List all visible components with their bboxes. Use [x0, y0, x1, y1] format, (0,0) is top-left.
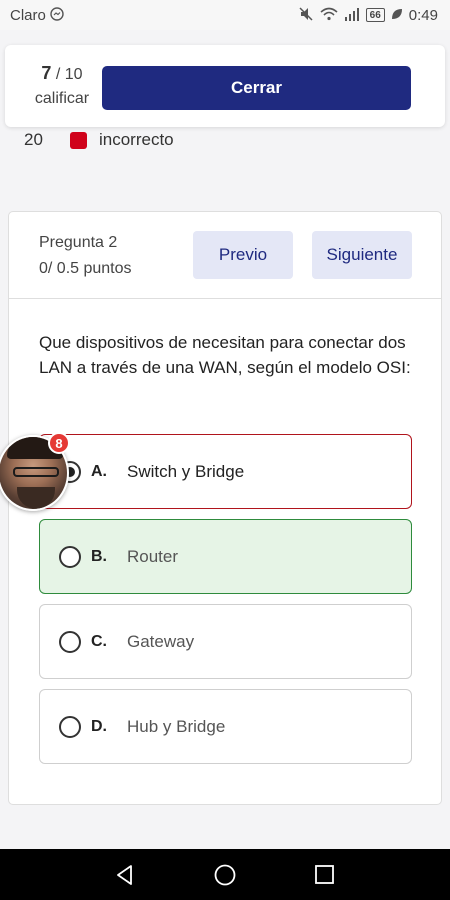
status-bar: Claro 66 0:49	[0, 0, 450, 30]
status-left: Claro	[10, 7, 64, 24]
progress-current: 7	[41, 63, 52, 83]
clock: 0:49	[408, 6, 438, 24]
avatar-glasses	[13, 467, 59, 477]
option-letter: A.	[91, 462, 107, 480]
option-letter: B.	[91, 547, 107, 565]
option-text: Gateway	[127, 631, 195, 651]
close-button[interactable]: Cerrar	[102, 66, 411, 110]
back-icon[interactable]	[114, 864, 136, 886]
progress-indicator: 7 / 10 calificar	[23, 63, 101, 108]
wifi-icon	[320, 7, 338, 24]
radio-button[interactable]	[59, 630, 81, 653]
mute-icon	[298, 6, 314, 25]
leaf-icon	[391, 8, 403, 23]
messenger-icon	[50, 6, 64, 24]
option-c[interactable]: C. Gateway	[39, 604, 412, 679]
question-number: Pregunta 2	[39, 234, 118, 251]
status-right: 66 0:49	[298, 6, 438, 25]
option-b[interactable]: B. Router	[39, 519, 412, 594]
option-text: Switch y Bridge	[127, 461, 245, 481]
home-icon[interactable]	[213, 863, 237, 887]
previous-button[interactable]: Previo	[193, 231, 293, 279]
option-a[interactable]: A. Switch y Bridge	[39, 434, 412, 509]
incorrect-swatch	[70, 131, 87, 149]
option-text: Router	[127, 546, 179, 566]
recents-icon[interactable]	[314, 864, 335, 885]
legend-count: 20	[24, 130, 43, 149]
grade-label: calificar	[34, 90, 90, 107]
battery-icon: 66	[365, 8, 385, 22]
option-d[interactable]: D. Hub y Bridge	[39, 689, 412, 764]
option-letter: D.	[91, 717, 107, 735]
legend-incorrect: 20 incorrecto	[24, 130, 174, 150]
avatar-beard	[17, 487, 55, 509]
progress-separator: /	[55, 66, 61, 83]
question-points: 0/ 0.5 puntos	[39, 260, 132, 277]
progress-total: 10	[64, 66, 83, 83]
next-button[interactable]: Siguiente	[312, 231, 412, 279]
system-nav-bar	[0, 849, 450, 900]
quiz-summary-card: 7 / 10 calificar Cerrar	[5, 45, 445, 127]
legend-label: incorrecto	[99, 130, 174, 149]
carrier-label: Claro	[10, 6, 46, 24]
question-text: Que dispositivos de necesitan para conec…	[39, 333, 411, 377]
option-text: Hub y Bridge	[127, 716, 226, 736]
question-header: Pregunta 2 0/ 0.5 puntos Previo Siguient…	[9, 212, 441, 299]
question-card: Pregunta 2 0/ 0.5 puntos Previo Siguient…	[8, 211, 442, 805]
radio-button[interactable]	[59, 715, 81, 738]
option-letter: C.	[91, 632, 107, 650]
radio-button[interactable]	[59, 545, 81, 568]
notification-badge: 8	[48, 432, 70, 454]
signal-icon	[344, 7, 360, 24]
